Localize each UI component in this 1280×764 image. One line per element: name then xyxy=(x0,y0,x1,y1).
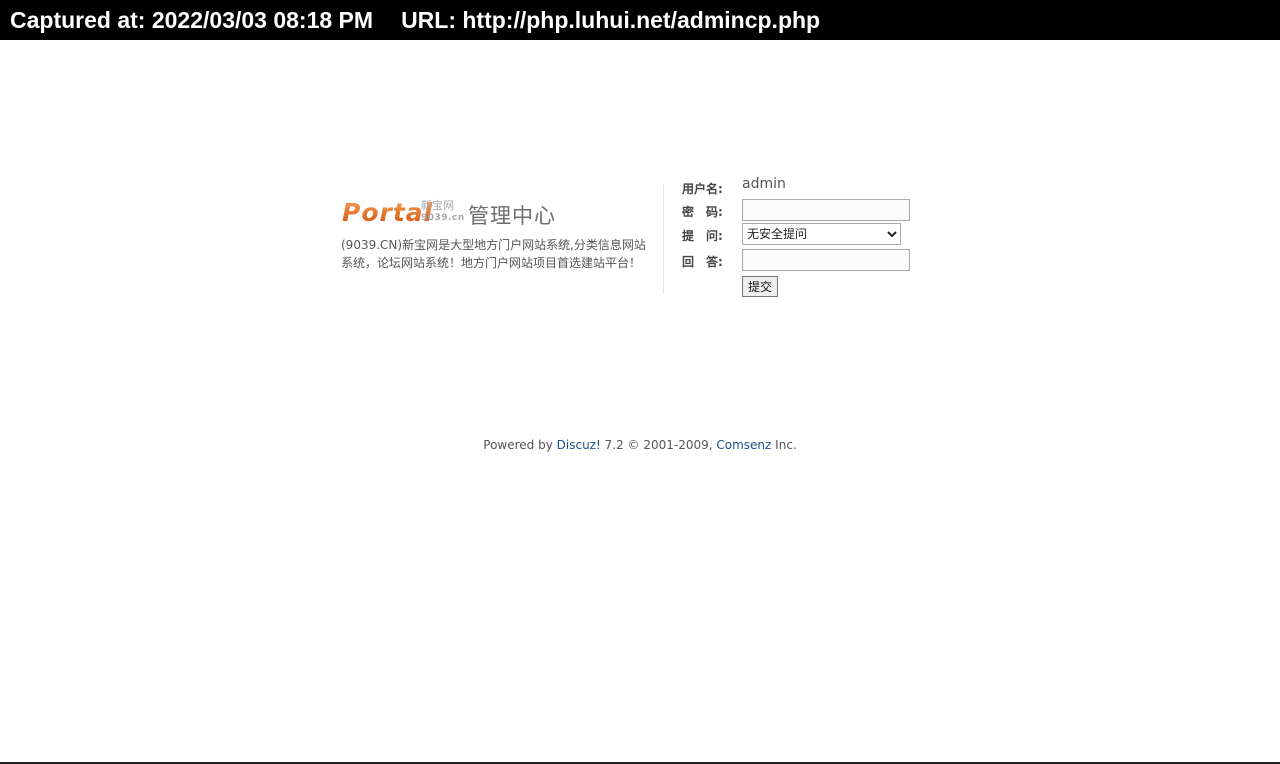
captured-at-text: Captured at: 2022/03/03 08:18 PM xyxy=(10,7,374,33)
portal-logo: Portal 新宝网 9039.cn 管理中心 xyxy=(342,198,562,230)
username-row: 用户名: admin xyxy=(682,176,922,198)
footer-inc: Inc. xyxy=(775,438,797,452)
question-row: 提 问: 无安全提问 xyxy=(682,223,922,245)
question-label: 提 问: xyxy=(682,229,723,243)
answer-label: 回 答: xyxy=(682,255,723,269)
logo-portal-text: Portal xyxy=(342,198,434,227)
footer: Powered by Discuz! 7.2 © 2001-2009, Coms… xyxy=(0,438,1280,452)
captured-url-text: URL: http://php.luhui.net/admincp.php xyxy=(401,7,821,33)
password-label: 密 码: xyxy=(682,205,723,219)
password-input[interactable] xyxy=(742,199,910,221)
footer-powered-by: Powered by xyxy=(483,438,553,452)
site-intro-text: (9039.CN)新宝网是大型地方门户网站系统,分类信息网站系统，论坛网站系统！… xyxy=(341,238,646,270)
logo-site-cn: 新宝网 xyxy=(421,199,454,212)
logo-site-domain: 9039.cn xyxy=(421,213,465,223)
username-value: admin xyxy=(742,176,786,192)
password-row: 密 码: xyxy=(682,199,922,221)
admin-login-area: Portal 新宝网 9039.cn 管理中心 (9039.CN)新宝网是大型地… xyxy=(340,176,920,298)
vertical-divider xyxy=(663,184,664,294)
answer-input[interactable] xyxy=(742,249,910,271)
logo-site-name: 新宝网 9039.cn xyxy=(421,200,465,224)
submit-button[interactable]: 提交 xyxy=(742,276,779,297)
answer-row: 回 答: xyxy=(682,249,922,271)
username-label: 用户名: xyxy=(682,182,723,196)
discuz-link[interactable]: Discuz! xyxy=(557,438,601,452)
comsenz-link[interactable]: Comsenz xyxy=(716,438,771,452)
footer-version-copyright: 7.2 © 2001-2009, xyxy=(604,438,713,452)
logo-admin-title: 管理中心 xyxy=(468,204,556,228)
capture-info-bar: Captured at: 2022/03/03 08:18 PM URL: htt… xyxy=(0,0,1280,40)
security-question-select[interactable]: 无安全提问 xyxy=(742,223,901,245)
logo-panel: Portal 新宝网 9039.cn 管理中心 (9039.CN)新宝网是大型地… xyxy=(340,176,662,294)
